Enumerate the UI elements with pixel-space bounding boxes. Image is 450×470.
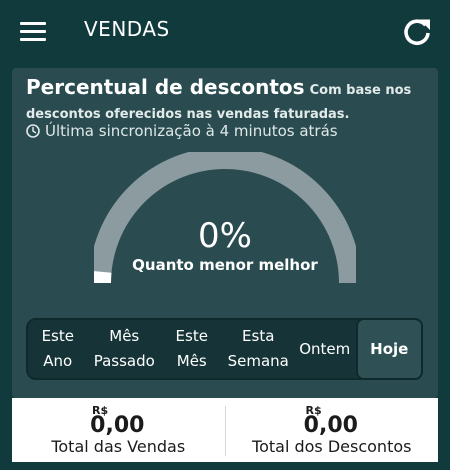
- last-sync-row: Última sincronização à 4 minutos atrás: [26, 122, 338, 140]
- refresh-icon[interactable]: [401, 16, 433, 48]
- gauge-value: 0%: [198, 216, 252, 256]
- top-app-bar: VENDAS: [0, 0, 450, 62]
- discounts-label: Total dos Descontos: [252, 437, 412, 456]
- period-today-button[interactable]: Hoje: [355, 318, 424, 380]
- hamburger-menu-icon[interactable]: [20, 22, 46, 42]
- clock-icon: [26, 124, 40, 138]
- sales-amount: 0,00: [90, 413, 145, 438]
- period-this-month-button[interactable]: Este Mês: [161, 320, 223, 378]
- sales-label: Total das Vendas: [51, 437, 186, 456]
- period-this-week-button[interactable]: Esta Semana: [223, 320, 294, 378]
- last-sync-text: Última sincronização à 4 minutos atrás: [45, 122, 338, 140]
- total-discounts: R$ 0,00 Total dos Descontos: [224, 404, 439, 456]
- period-selector: Este Ano Mês Passado Este Mês Esta Seman…: [26, 318, 424, 380]
- card-header: Percentual de descontos Com base nos des…: [26, 76, 430, 126]
- totals-panel: R$ 0,00 Total das Vendas R$ 0,00 Total d…: [12, 398, 438, 462]
- period-this-year-button[interactable]: Este Ano: [28, 320, 88, 378]
- page-title: VENDAS: [84, 17, 170, 41]
- period-yesterday-button[interactable]: Ontem: [294, 320, 356, 378]
- gauge-caption: Quanto menor melhor: [132, 256, 318, 274]
- card-title: Percentual de descontos: [26, 75, 305, 99]
- period-last-month-button[interactable]: Mês Passado: [88, 320, 161, 378]
- discount-percentage-card: Percentual de descontos Com base nos des…: [12, 68, 438, 398]
- total-sales: R$ 0,00 Total das Vendas: [12, 398, 225, 462]
- discounts-amount: 0,00: [303, 413, 358, 438]
